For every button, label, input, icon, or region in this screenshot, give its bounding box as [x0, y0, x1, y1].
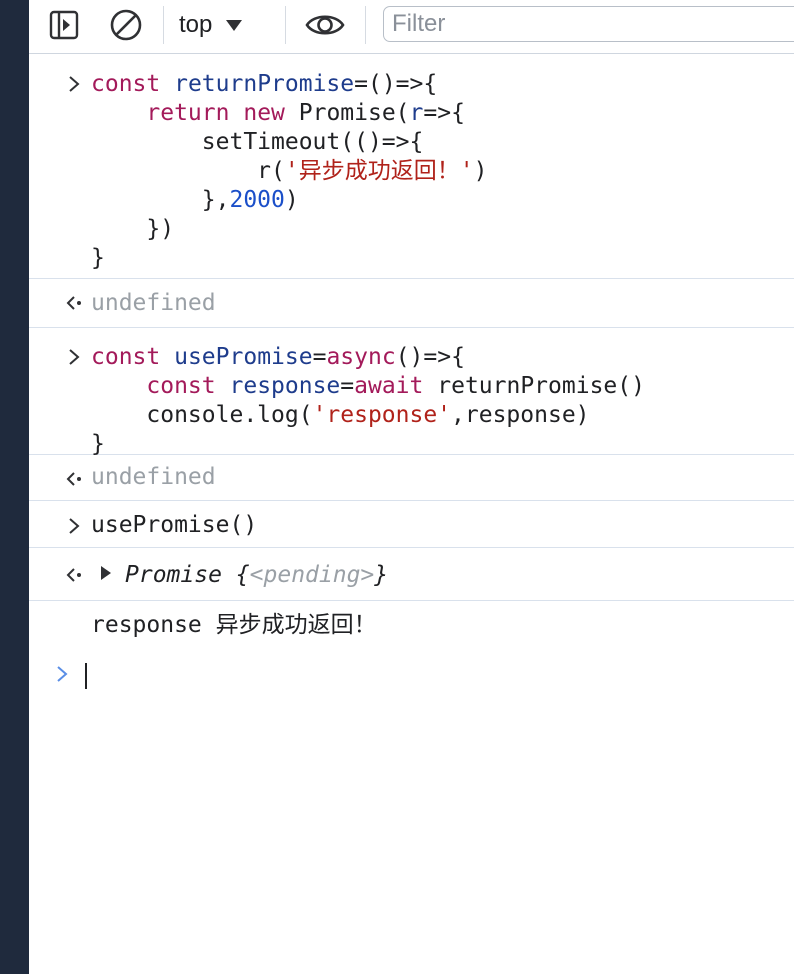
- code-token: r(: [257, 158, 285, 184]
- code-token: r: [409, 100, 424, 126]
- code-token: }): [146, 216, 175, 242]
- console-input-entry: const usePromise=async()=>{ const respon…: [29, 328, 794, 457]
- toolbar-separator: [285, 6, 286, 44]
- code-token: setTimeout(()=>{: [201, 129, 424, 155]
- log-message: response 异步成功返回！: [91, 611, 377, 640]
- toolbar-separator: [163, 6, 164, 44]
- code-token: const: [91, 344, 161, 370]
- code-token: ()=>{: [395, 344, 465, 370]
- console-messages: const returnPromise=()=>{ return new Pro…: [29, 54, 794, 651]
- clear-console-icon[interactable]: [109, 8, 143, 42]
- code-token: =>{: [423, 100, 465, 126]
- promise-object-preview[interactable]: Promise {<pending>}: [125, 561, 388, 590]
- code-token: new: [243, 100, 285, 126]
- console-input-entry: usePromise(): [29, 501, 794, 548]
- code-token: ): [284, 187, 299, 213]
- code-block: const returnPromise=()=>{ return new Pro…: [91, 70, 487, 273]
- code-token: }: [91, 245, 105, 271]
- log-value: 异步成功返回！: [215, 612, 377, 638]
- filter-input[interactable]: [383, 6, 794, 42]
- result-value: undefined: [91, 464, 216, 490]
- code-token: 2000: [229, 187, 285, 213]
- dropdown-triangle-icon: [226, 19, 243, 31]
- code-block: const usePromise=async()=>{ const respon…: [91, 343, 645, 459]
- object-type-name: Promise: [125, 562, 222, 588]
- code-token: 'response': [312, 402, 452, 428]
- code-token: =()=>{: [354, 71, 438, 97]
- code-block: usePromise(): [91, 512, 258, 538]
- console-result-entry: Promise {<pending>}: [29, 548, 794, 601]
- prompt-chevron-icon: [63, 514, 85, 538]
- code-token: }: [91, 431, 105, 457]
- code-token: returnPromise: [174, 71, 355, 97]
- console-result-entry: undefined: [29, 455, 794, 501]
- left-dark-panel: [0, 0, 29, 974]
- promise-state: <pending>: [249, 562, 375, 588]
- result-arrow-icon: [63, 563, 85, 587]
- code-token: return: [146, 100, 230, 126]
- eye-icon[interactable]: [304, 8, 346, 42]
- context-selector[interactable]: top: [179, 9, 243, 41]
- code-token: ,response): [451, 402, 590, 428]
- code-token: async: [326, 344, 396, 370]
- active-prompt-chevron-icon: [55, 665, 71, 685]
- code-token: =: [312, 344, 327, 370]
- console-toolbar: top: [29, 0, 794, 54]
- console-panel: top const returnPromise=()=>{ return new…: [29, 0, 794, 974]
- context-label: top: [179, 11, 213, 38]
- console-input-entry: const returnPromise=()=>{ return new Pro…: [29, 54, 794, 279]
- prompt-chevron-icon: [63, 72, 85, 96]
- code-token: console.log(: [146, 402, 313, 428]
- expand-triangle-icon[interactable]: [99, 565, 113, 585]
- code-token: '异步成功返回！': [284, 158, 474, 184]
- console-result-entry: undefined: [29, 279, 794, 328]
- toolbar-separator: [365, 6, 366, 44]
- result-value: undefined: [91, 290, 216, 316]
- code-token: =: [340, 373, 355, 399]
- result-arrow-icon: [63, 467, 85, 491]
- log-label: response: [91, 612, 202, 638]
- sidebar-toggle-icon[interactable]: [47, 8, 81, 42]
- code-token: await: [354, 373, 424, 399]
- code-token: {: [235, 562, 250, 588]
- prompt-chevron-icon: [63, 345, 85, 369]
- code-token: usePromise: [174, 344, 313, 370]
- code-token: },: [201, 187, 230, 213]
- code-token: returnPromise(): [437, 373, 645, 399]
- code-token: Promise(: [298, 100, 410, 126]
- code-token: const: [146, 373, 216, 399]
- console-log-entry: response 异步成功返回！: [29, 601, 794, 651]
- code-token: }: [374, 562, 389, 588]
- code-token: const: [91, 71, 161, 97]
- code-token: ): [473, 158, 488, 184]
- result-arrow-icon: [63, 291, 85, 315]
- code-token: response: [229, 373, 341, 399]
- console-input-caret[interactable]: [85, 663, 87, 689]
